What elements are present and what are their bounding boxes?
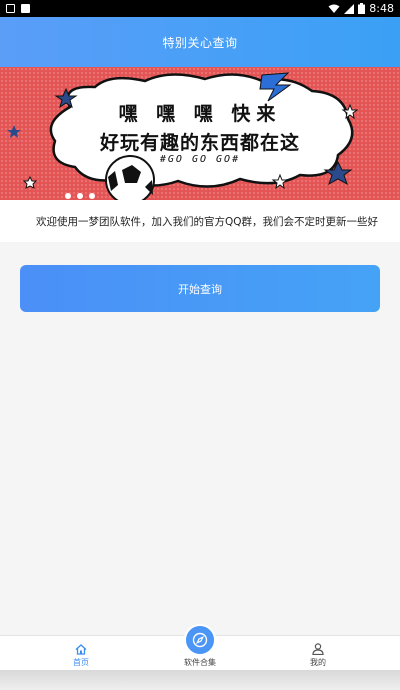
banner-headline: 嘿 嘿 嘿 快来: [118, 103, 282, 125]
user-icon: [312, 643, 324, 655]
page-title: 特别关心查询: [162, 35, 238, 50]
start-query-button[interactable]: 开始查询: [20, 265, 380, 312]
status-time: 8:48: [369, 2, 394, 15]
notification-icon: [21, 4, 30, 13]
promo-banner[interactable]: 嘿 嘿 嘿 快来 好玩有趣的东西都在这 #GO GO GO#: [0, 67, 400, 200]
nav-item-software-collection-label: 软件合集: [184, 658, 216, 667]
banner-tagline: #GO GO GO#: [159, 154, 241, 165]
wifi-icon: [328, 4, 340, 13]
status-indicators: 8:48: [328, 2, 394, 15]
nav-item-mine[interactable]: 我的: [268, 636, 368, 671]
notification-icon: [6, 4, 15, 13]
battery-icon: [358, 3, 366, 14]
signal-icon: [344, 3, 355, 14]
system-nav-bar: [0, 670, 400, 690]
software-collection-fab[interactable]: [184, 624, 216, 656]
notice-marquee: 欢迎使用一梦团队软件，加入我们的官方QQ群，我们会不定时更新一些好: [0, 200, 400, 242]
nav-item-home[interactable]: 首页: [31, 636, 131, 671]
nav-item-home-label: 首页: [73, 658, 89, 667]
nav-item-mine-label: 我的: [310, 658, 326, 667]
status-notifications: [6, 4, 30, 13]
status-bar: 8:48: [0, 0, 400, 17]
app-header: 特别关心查询: [0, 17, 400, 67]
home-icon: [75, 644, 87, 655]
banner-subheadline: 好玩有趣的东西都在这: [99, 132, 300, 154]
notice-text: 欢迎使用一梦团队软件，加入我们的官方QQ群，我们会不定时更新一些好: [36, 215, 379, 228]
compass-icon: [192, 632, 208, 648]
